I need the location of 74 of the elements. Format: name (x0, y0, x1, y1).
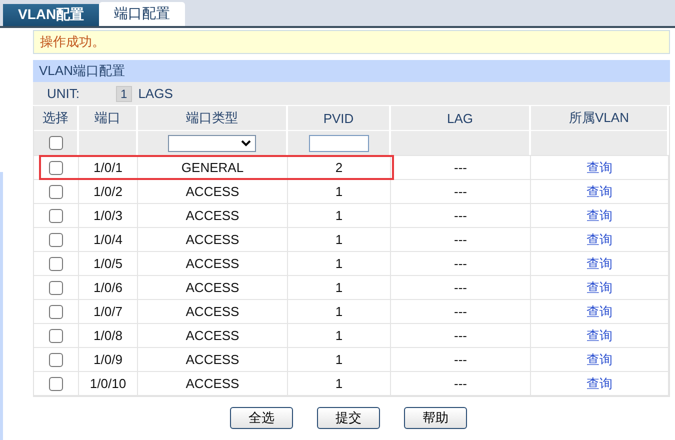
query-link[interactable]: 查询 (586, 206, 612, 224)
tab[interactable]: VLAN配置 (3, 4, 100, 26)
type-cell: ACCESS (186, 280, 240, 295)
checkbox[interactable] (49, 256, 63, 270)
pvid-cell: 1 (335, 304, 343, 319)
query-link[interactable]: 查询 (586, 302, 612, 320)
lag-cell: --- (454, 184, 467, 199)
action-button[interactable]: 全选 (230, 407, 293, 429)
type-cell: ACCESS (186, 184, 240, 199)
query-link[interactable]: 查询 (586, 350, 612, 368)
checkbox[interactable] (49, 280, 63, 294)
status-message: 操作成功。 (33, 30, 670, 54)
type-dropdown[interactable] (168, 134, 256, 152)
type-cell: ACCESS (186, 208, 240, 223)
tab[interactable]: 端口配置 (99, 2, 186, 26)
chevron-icon (241, 140, 251, 146)
query-link[interactable]: 查询 (586, 254, 612, 272)
lag-cell: --- (454, 304, 467, 319)
lags-label[interactable]: LAGS (138, 86, 173, 101)
port-cell: 1/0/1 (94, 160, 122, 175)
port-cell: 1/0/9 (94, 352, 122, 367)
query-link[interactable]: 查询 (586, 326, 612, 344)
checkbox[interactable] (49, 184, 63, 198)
type-cell: ACCESS (186, 256, 240, 271)
pvid-cell: 1 (335, 328, 343, 343)
pvid-cell: 1 (335, 376, 343, 391)
checkbox[interactable] (49, 376, 63, 390)
port-cell: 1/0/6 (94, 280, 122, 295)
type-cell: ACCESS (186, 328, 240, 343)
lag-cell: --- (454, 256, 467, 271)
type-cell: ACCESS (186, 352, 240, 367)
pvid-cell: 1 (335, 208, 343, 223)
type-cell: ACCESS (186, 376, 240, 391)
port-cell: 1/0/5 (94, 256, 122, 271)
type-cell: GENERAL (181, 160, 244, 175)
port-cell: 1/0/4 (94, 232, 122, 247)
action-button[interactable]: 提交 (317, 407, 380, 429)
section-title: VLAN端口配置 (33, 60, 670, 82)
checkbox[interactable] (48, 136, 62, 150)
query-link[interactable]: 查询 (586, 278, 612, 296)
checkbox[interactable] (49, 328, 63, 342)
pvid-cell: 1 (335, 232, 343, 247)
port-cell: 1/0/2 (94, 184, 122, 199)
checkbox[interactable] (49, 304, 63, 318)
lag-cell: --- (454, 352, 467, 367)
pvid-cell: 1 (335, 352, 343, 367)
lag-cell: --- (454, 160, 467, 175)
lag-cell: --- (454, 280, 467, 295)
query-link[interactable]: 查询 (586, 374, 612, 392)
query-link[interactable]: 查询 (586, 230, 612, 248)
action-button[interactable]: 帮助 (404, 407, 467, 429)
port-cell: 1/0/3 (94, 208, 122, 223)
lag-cell: --- (454, 208, 467, 223)
checkbox[interactable] (49, 208, 63, 222)
unit-label: UNIT: (47, 86, 80, 101)
pvid-cell: 1 (335, 280, 343, 295)
lag-cell: --- (454, 232, 467, 247)
pvid-input[interactable] (308, 134, 368, 152)
query-link[interactable]: 查询 (586, 182, 612, 200)
checkbox[interactable] (49, 232, 63, 246)
port-cell: 1/0/10 (90, 376, 126, 391)
checkbox[interactable] (49, 352, 63, 366)
type-cell: ACCESS (186, 232, 240, 247)
checkbox[interactable] (49, 160, 63, 174)
pvid-cell: 1 (335, 256, 343, 271)
unit-number[interactable]: 1 (116, 86, 132, 102)
port-cell: 1/0/7 (94, 304, 122, 319)
type-cell: ACCESS (186, 304, 240, 319)
lag-cell: --- (454, 328, 467, 343)
pvid-cell: 1 (335, 184, 343, 199)
port-cell: 1/0/8 (94, 328, 122, 343)
pvid-cell: 2 (335, 160, 343, 175)
query-link[interactable]: 查询 (586, 158, 612, 176)
lag-cell: --- (454, 376, 467, 391)
